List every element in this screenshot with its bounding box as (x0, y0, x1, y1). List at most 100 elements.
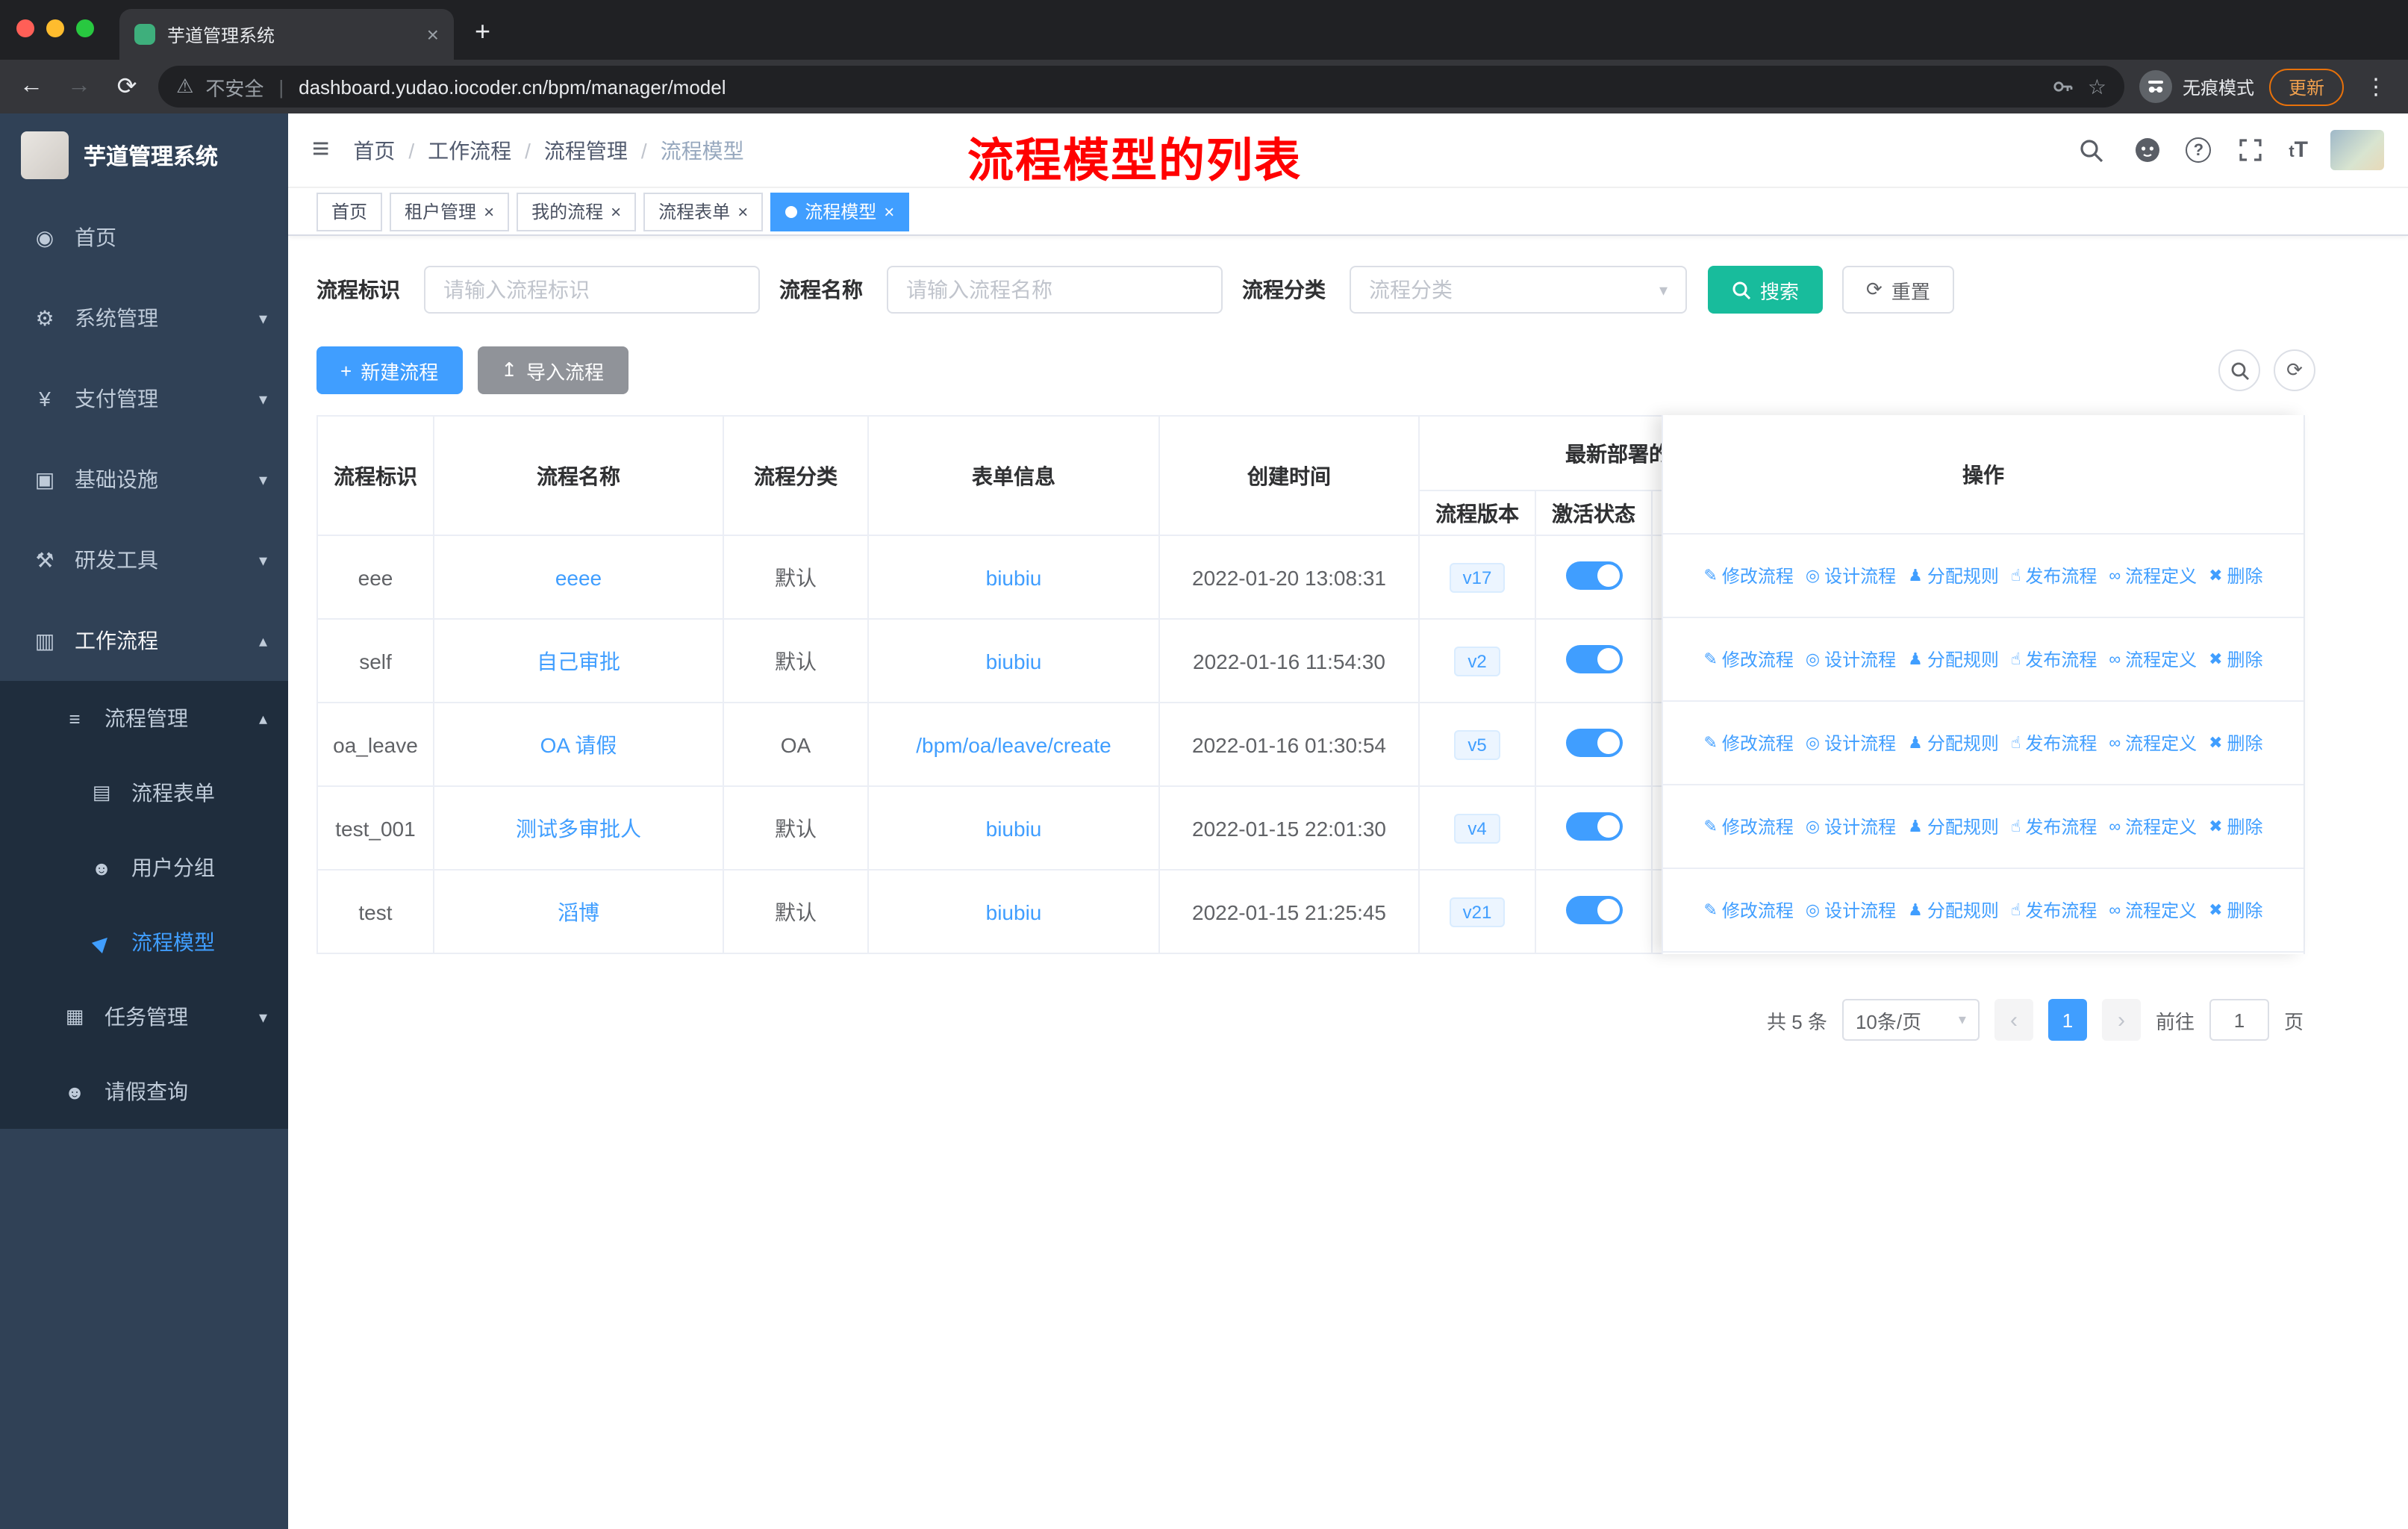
toggle-search-button[interactable] (2218, 349, 2260, 391)
form-info-link[interactable]: biubiu (986, 816, 1042, 840)
process-definition-action[interactable]: ∞ 流程定义 (2109, 647, 2197, 672)
delete-action[interactable]: ✖ 删除 (2209, 730, 2262, 756)
delete-action[interactable]: ✖ 删除 (2209, 814, 2262, 839)
tag-my-process[interactable]: 我的流程 × (517, 192, 637, 231)
design-process-action[interactable]: ◎ 设计流程 (1806, 814, 1896, 839)
prev-page-button[interactable]: ‹ (1994, 999, 2033, 1041)
font-size-icon[interactable]: tT (2289, 137, 2308, 163)
publish-process-action[interactable]: ☝ 发布流程 (2011, 563, 2097, 588)
model-name-link[interactable]: OA 请假 (540, 732, 617, 756)
reload-icon[interactable]: ⟳ (110, 72, 143, 102)
form-info-link[interactable]: biubiu (986, 565, 1042, 589)
breadcrumb-home[interactable]: 首页 (353, 135, 395, 165)
tab-close-icon[interactable]: × (427, 22, 439, 46)
close-icon[interactable]: × (884, 201, 894, 222)
delete-action[interactable]: ✖ 删除 (2209, 563, 2262, 588)
edit-process-action[interactable]: ✎ 修改流程 (1703, 563, 1793, 588)
breadcrumb-workflow[interactable]: 工作流程 (428, 135, 511, 165)
sidebar-item-process-form[interactable]: ▤ 流程表单 (0, 756, 288, 830)
create-process-button[interactable]: + 新建流程 (316, 346, 463, 394)
close-window-button[interactable] (16, 19, 34, 37)
active-toggle[interactable] (1565, 644, 1622, 673)
browser-menu-icon[interactable]: ⋮ (2359, 73, 2393, 100)
close-icon[interactable]: × (611, 201, 621, 222)
search-icon[interactable] (2075, 134, 2108, 166)
help-icon[interactable]: ? (2186, 137, 2212, 163)
reset-button[interactable]: ⟳ 重置 (1842, 266, 1954, 314)
new-tab-button[interactable]: + (475, 16, 490, 48)
model-name-link[interactable]: eeee (555, 565, 602, 589)
active-toggle[interactable] (1565, 728, 1622, 756)
browser-tab[interactable]: 芋道管理系统 × (119, 9, 454, 60)
tag-process-form[interactable]: 流程表单 × (643, 192, 764, 231)
security-label[interactable]: 不安全 (205, 72, 263, 101)
active-toggle[interactable] (1565, 812, 1622, 840)
tag-home[interactable]: 首页 (316, 192, 383, 231)
assign-rule-action[interactable]: ♟ 分配规则 (1908, 730, 1999, 756)
sidebar-item-leave-query[interactable]: ☻ 请假查询 (0, 1054, 288, 1129)
model-name-link[interactable]: 滔博 (558, 900, 599, 924)
back-icon[interactable]: ← (15, 73, 48, 100)
password-key-icon[interactable] (2052, 75, 2076, 99)
refresh-table-button[interactable]: ⟳ (2274, 349, 2315, 391)
delete-action[interactable]: ✖ 删除 (2209, 647, 2262, 672)
sidebar-item-workflow[interactable]: ▥ 工作流程 ▴ (0, 600, 288, 681)
update-button[interactable]: 更新 (2268, 68, 2344, 105)
edit-process-action[interactable]: ✎ 修改流程 (1703, 647, 1793, 672)
forward-icon[interactable]: → (63, 73, 96, 100)
edit-process-action[interactable]: ✎ 修改流程 (1703, 897, 1793, 923)
edit-process-action[interactable]: ✎ 修改流程 (1703, 730, 1793, 756)
design-process-action[interactable]: ◎ 设计流程 (1806, 897, 1896, 923)
process-definition-action[interactable]: ∞ 流程定义 (2109, 897, 2197, 923)
page-size-select[interactable]: 10条/页 ▾ (1841, 999, 1980, 1041)
active-toggle[interactable] (1565, 561, 1622, 589)
delete-action[interactable]: ✖ 删除 (2209, 897, 2262, 923)
design-process-action[interactable]: ◎ 设计流程 (1806, 730, 1896, 756)
next-page-button[interactable]: › (2101, 999, 2141, 1041)
close-icon[interactable]: × (737, 201, 748, 222)
tag-tenant-management[interactable]: 租户管理 × (390, 192, 510, 231)
active-toggle[interactable] (1565, 895, 1622, 924)
import-process-button[interactable]: ↥ 导入流程 (477, 346, 628, 394)
form-info-link[interactable]: biubiu (986, 900, 1042, 924)
search-button[interactable]: 搜索 (1708, 266, 1824, 314)
process-name-input[interactable] (887, 266, 1223, 314)
github-icon[interactable] (2130, 134, 2163, 166)
process-id-input[interactable] (424, 266, 760, 314)
sidebar-item-user-group[interactable]: ☻ 用户分组 (0, 830, 288, 905)
bookmark-star-icon[interactable]: ☆ (2088, 74, 2106, 99)
assign-rule-action[interactable]: ♟ 分配规则 (1908, 814, 1999, 839)
publish-process-action[interactable]: ☝ 发布流程 (2011, 647, 2097, 672)
sidebar-item-task-management[interactable]: ▦ 任务管理 ▾ (0, 980, 288, 1054)
app-logo[interactable]: 芋道管理系统 (0, 113, 288, 197)
assign-rule-action[interactable]: ♟ 分配规则 (1908, 647, 1999, 672)
close-icon[interactable]: × (484, 201, 494, 222)
design-process-action[interactable]: ◎ 设计流程 (1806, 647, 1896, 672)
address-bar[interactable]: ⚠ 不安全 | dashboard.yudao.iocoder.cn/bpm/m… (158, 66, 2124, 108)
form-info-link[interactable]: biubiu (986, 649, 1042, 673)
process-definition-action[interactable]: ∞ 流程定义 (2109, 563, 2197, 588)
sidebar-item-home[interactable]: ◉ 首页 (0, 197, 288, 278)
assign-rule-action[interactable]: ♟ 分配规则 (1908, 897, 1999, 923)
assign-rule-action[interactable]: ♟ 分配规则 (1908, 563, 1999, 588)
minimize-window-button[interactable] (46, 19, 64, 37)
model-name-link[interactable]: 自己审批 (537, 649, 620, 673)
edit-process-action[interactable]: ✎ 修改流程 (1703, 814, 1793, 839)
model-name-link[interactable]: 测试多审批人 (516, 816, 641, 840)
publish-process-action[interactable]: ☝ 发布流程 (2011, 730, 2097, 756)
url-text[interactable]: dashboard.yudao.iocoder.cn/bpm/manager/m… (299, 75, 2040, 98)
process-definition-action[interactable]: ∞ 流程定义 (2109, 814, 2197, 839)
tag-process-model[interactable]: 流程模型 × (770, 192, 910, 231)
page-number-button[interactable]: 1 (2047, 999, 2087, 1041)
publish-process-action[interactable]: ☝ 发布流程 (2011, 814, 2097, 839)
sidebar-fold-icon[interactable]: ≡ (312, 133, 329, 167)
sidebar-item-devtools[interactable]: ⚒ 研发工具 ▾ (0, 520, 288, 600)
sidebar-item-system[interactable]: ⚙ 系统管理 ▾ (0, 278, 288, 358)
design-process-action[interactable]: ◎ 设计流程 (1806, 563, 1896, 588)
process-category-select[interactable]: 流程分类 ▾ (1350, 266, 1687, 314)
breadcrumb-process-management[interactable]: 流程管理 (544, 135, 628, 165)
goto-page-input[interactable] (2209, 999, 2269, 1041)
fullscreen-icon[interactable] (2233, 134, 2266, 166)
process-definition-action[interactable]: ∞ 流程定义 (2109, 730, 2197, 756)
publish-process-action[interactable]: ☝ 发布流程 (2011, 897, 2097, 923)
